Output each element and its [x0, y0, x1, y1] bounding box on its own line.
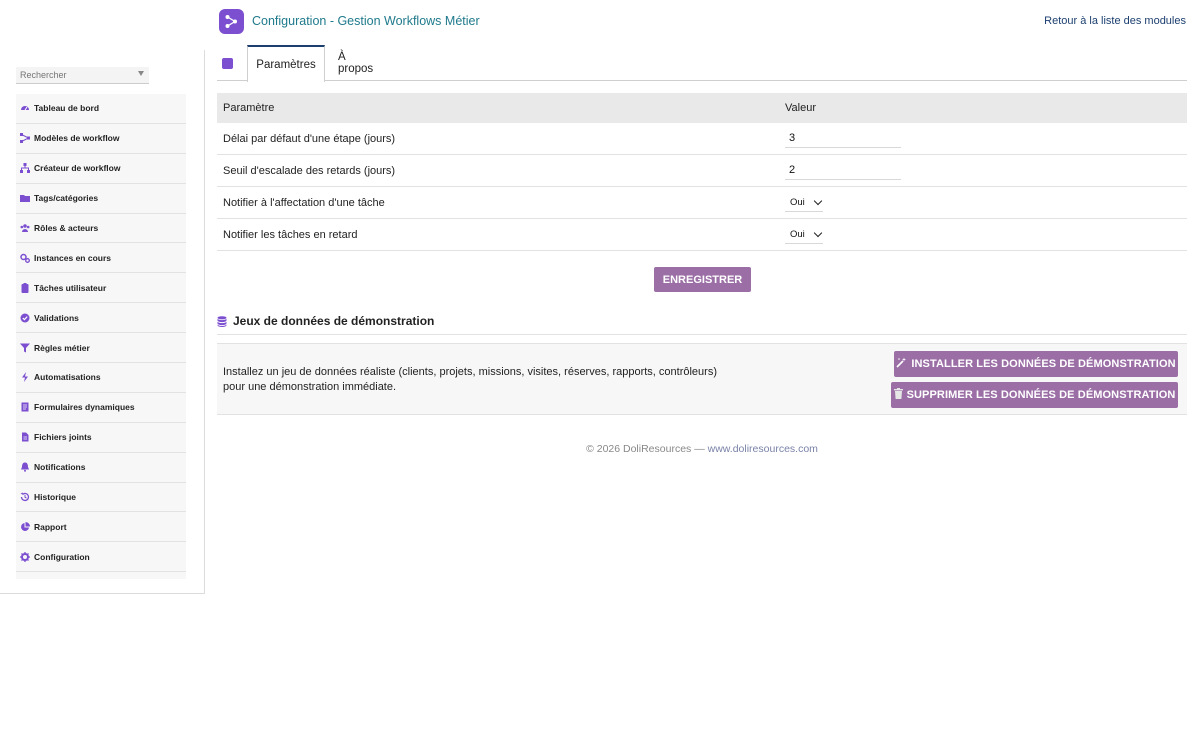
pie-chart-icon [20, 521, 30, 532]
notify-late-select[interactable]: Oui [785, 226, 823, 244]
file-icon [20, 432, 30, 442]
param-label: Notifier les tâches en retard [223, 228, 358, 241]
app-logo-icon [219, 9, 244, 34]
sidebar-item-label: Automatisations [34, 372, 101, 383]
chevron-down-icon [138, 71, 144, 76]
users-icon [20, 223, 30, 233]
footer: © 2026 DoliResources — www.doliresources… [217, 443, 1187, 455]
magic-wand-icon [896, 357, 907, 371]
history-icon [20, 492, 30, 502]
dashboard-icon [20, 103, 30, 113]
clipboard-icon [20, 282, 30, 293]
sidebar-item-taches-utilisateur[interactable]: Tâches utilisateur [16, 273, 186, 304]
page-title: Configuration - Gestion Workflows Métier [252, 14, 480, 28]
sidebar-item-formulaires-dynamiques[interactable]: Formulaires dynamiques [16, 393, 186, 423]
tab-a-propos[interactable]: À propos [338, 45, 380, 81]
sidebar-menu: Tableau de bord Modèles de workflow Créa… [16, 94, 186, 579]
sidebar-item-tags-categories[interactable]: Tags/catégories [16, 184, 186, 214]
delay-input[interactable] [785, 129, 901, 148]
column-header-parametre: Paramètre [223, 102, 275, 114]
delete-demo-button[interactable]: SUPPRIMER LES DONNÉES DE DÉMONSTRATION [891, 382, 1178, 408]
sidebar-item-createur-de-workflow[interactable]: Créateur de workflow [16, 154, 186, 184]
sidebar-item-automatisations[interactable]: Automatisations [16, 363, 186, 393]
select-value: Oui [790, 197, 805, 208]
sidebar-item-regles-metier[interactable]: Règles métier [16, 333, 186, 364]
sidebar-item-rapport[interactable]: Rapport [16, 512, 186, 543]
sidebar-item-label: Tâches utilisateur [34, 282, 107, 293]
param-label: Délai par défaut d'une étape (jours) [223, 132, 396, 145]
database-icon [217, 316, 227, 327]
params-table: Paramètre Valeur Délai par défaut d'une … [217, 93, 1187, 251]
sidebar-item-label: Modèles de workflow [34, 133, 120, 144]
sidebar-item-validations[interactable]: Validations [16, 303, 186, 334]
cogs-icon [20, 253, 30, 263]
module-icon [222, 58, 233, 69]
sidebar-item-label: Configuration [34, 551, 90, 562]
demo-description: Installez un jeu de données réaliste (cl… [223, 366, 717, 393]
demo-panel: Installez un jeu de données réaliste (cl… [217, 343, 1187, 415]
gear-icon [20, 551, 30, 562]
check-circle-icon [20, 313, 30, 323]
sidebar-item-label: Validations [34, 312, 79, 323]
bell-icon [20, 462, 30, 472]
install-demo-label: INSTALLER LES DONNÉES DE DÉMONSTRATION [911, 358, 1176, 370]
filter-icon [20, 343, 30, 353]
trash-icon [893, 388, 903, 402]
footer-website-link[interactable]: www.doliresources.com [708, 443, 818, 455]
workflow-icon [20, 133, 30, 144]
tab-bar: Paramètres À propos [217, 45, 1187, 82]
column-header-valeur: Valeur [785, 102, 816, 114]
chevron-down-icon [813, 228, 823, 238]
sidebar-item-historique[interactable]: Historique [16, 483, 186, 513]
table-row: Notifier les tâches en retard Oui [217, 219, 1187, 251]
bolt-icon [20, 372, 30, 383]
search-box[interactable] [16, 67, 149, 84]
sidebar-item-label: Tableau de bord [34, 103, 100, 114]
sidebar-item-tableau-de-bord[interactable]: Tableau de bord [16, 94, 186, 124]
param-label: Notifier à l'affectation d'une tâche [223, 196, 385, 209]
install-demo-button[interactable]: INSTALLER LES DONNÉES DE DÉMONSTRATION [894, 351, 1178, 377]
sidebar-item-label: Règles métier [34, 342, 90, 353]
sidebar-item-label: Notifications [34, 462, 86, 473]
tab-parametres[interactable]: Paramètres [247, 45, 325, 82]
section-title: Jeux de données de démonstration [233, 314, 435, 328]
folder-icon [20, 193, 30, 203]
sidebar-item-configuration[interactable]: Configuration [16, 542, 186, 573]
sidebar-item-label: Instances en cours [34, 252, 112, 263]
sidebar-item-label: Tags/catégories [34, 193, 99, 204]
form-icon [20, 402, 30, 412]
sidebar-item-label: Créateur de workflow [34, 163, 121, 174]
escalation-input[interactable] [785, 161, 901, 180]
sitemap-icon [20, 163, 30, 174]
sidebar-item-fichiers-joints[interactable]: Fichiers joints [16, 423, 186, 453]
table-row: Notifier à l'affectation d'une tâche Oui [217, 187, 1187, 219]
sidebar-item-modeles-de-workflow[interactable]: Modèles de workflow [16, 124, 186, 154]
footer-copyright: © 2026 DoliResources — [586, 443, 705, 455]
select-value: Oui [790, 229, 805, 240]
delete-demo-label: SUPPRIMER LES DONNÉES DE DÉMONSTRATION [906, 389, 1176, 401]
sidebar-item-label: Fichiers joints [34, 432, 92, 443]
save-button[interactable]: ENREGISTRER [654, 267, 751, 292]
table-header: Paramètre Valeur [217, 93, 1187, 123]
sidebar-item-label: Rapport [34, 521, 67, 532]
sidebar-item-label: Historique [34, 492, 77, 503]
back-to-modules-link[interactable]: Retour à la liste des modules [1044, 15, 1186, 27]
param-label: Seuil d'escalade des retards (jours) [223, 164, 396, 177]
sidebar-item-label: Rôles & acteurs [34, 223, 99, 233]
table-row: Seuil d'escalade des retards (jours) [217, 155, 1187, 187]
sidebar-item-roles-acteurs[interactable]: Rôles & acteurs [16, 214, 186, 244]
sidebar-item-label: Formulaires dynamiques [34, 402, 135, 413]
chevron-down-icon [813, 196, 823, 206]
sidebar-item-instances-en-cours[interactable]: Instances en cours [16, 243, 186, 274]
left-panel: Tableau de bord Modèles de workflow Créa… [0, 50, 205, 594]
table-row: Délai par défaut d'une étape (jours) [217, 123, 1187, 155]
section-divider [217, 334, 1187, 335]
sidebar-item-notifications[interactable]: Notifications [16, 453, 186, 483]
search-input[interactable] [16, 67, 149, 83]
notify-assign-select[interactable]: Oui [785, 194, 823, 212]
